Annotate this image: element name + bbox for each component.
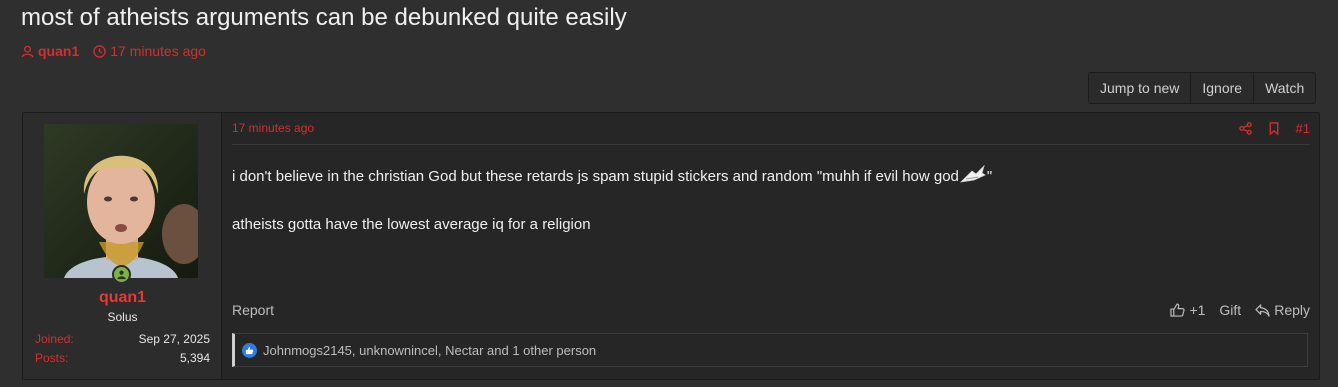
thread-author-name: quan1 (38, 43, 80, 59)
joined-stat: Joined: Sep 27, 2025 (35, 332, 210, 346)
share-icon[interactable] (1238, 122, 1252, 135)
reactions-text: Johnmogs2145, unknownincel, Nectar and 1… (263, 342, 597, 358)
ignore-button[interactable]: Ignore (1191, 73, 1255, 103)
thread-meta: quan1 17 minutes ago (21, 43, 206, 59)
post-main-cell: 17 minutes ago #1 i don't believe in the… (223, 113, 1319, 379)
thread-title: most of atheists arguments can be debunk… (21, 4, 627, 31)
post-body-line-1-end: " (986, 168, 993, 185)
post-footer-actions: +1 Gift Reply (1170, 302, 1310, 318)
post-number-link[interactable]: #1 (1296, 121, 1310, 136)
user-title: Solus (107, 310, 138, 324)
post-body-line-2: atheists gotta have the lowest average i… (232, 216, 591, 233)
post-tools: #1 (1238, 121, 1310, 136)
reply-button[interactable]: Reply (1255, 302, 1310, 318)
posts-stat: Posts: 5,394 (35, 351, 210, 365)
thread-time-text: 17 minutes ago (110, 43, 206, 59)
thread-time-link[interactable]: 17 minutes ago (93, 43, 206, 59)
posts-label: Posts: (35, 351, 69, 365)
like-count: +1 (1189, 302, 1206, 318)
reply-label: Reply (1274, 302, 1310, 318)
like-reaction-icon (242, 342, 257, 358)
bookmark-icon[interactable] (1268, 122, 1280, 135)
gift-link[interactable]: Gift (1219, 302, 1241, 318)
post-body-line-1: i don't believe in the christian God but… (232, 164, 1310, 188)
post-username[interactable]: quan1 (23, 289, 222, 307)
thumbs-up-icon (1170, 303, 1186, 317)
avatar[interactable] (44, 124, 198, 278)
post-footer: Report +1 Gift Reply (232, 299, 1310, 321)
user-icon (21, 45, 34, 57)
like-button[interactable]: +1 (1170, 302, 1205, 318)
post-header: 17 minutes ago #1 (232, 121, 1310, 145)
joined-label: Joined: (35, 332, 74, 346)
post-card: quan1 Solus Joined: Sep 27, 2025 Posts: … (22, 112, 1320, 380)
post-time-link[interactable]: 17 minutes ago (232, 121, 314, 135)
post-body-line-1-text: i don't believe in the christian God but… (232, 168, 959, 185)
clock-icon (93, 44, 106, 58)
watch-button[interactable]: Watch (1254, 73, 1315, 103)
thread-action-bar: Jump to new Ignore Watch (1088, 72, 1317, 104)
report-link[interactable]: Report (232, 302, 274, 318)
reply-arrow-icon (1255, 303, 1270, 317)
joined-value: Sep 27, 2025 (138, 332, 210, 346)
reactions-bar[interactable]: Johnmogs2145, unknownincel, Nectar and 1… (232, 333, 1308, 367)
posts-value: 5,394 (179, 351, 210, 365)
post-user-cell: quan1 Solus Joined: Sep 27, 2025 Posts: … (23, 113, 222, 379)
jump-to-new-button[interactable]: Jump to new (1089, 73, 1192, 103)
post-body: i don't believe in the christian God but… (232, 164, 1310, 262)
thread-author-link[interactable]: quan1 (21, 43, 79, 59)
online-status-icon (112, 265, 131, 284)
sticker-icon (959, 164, 986, 188)
